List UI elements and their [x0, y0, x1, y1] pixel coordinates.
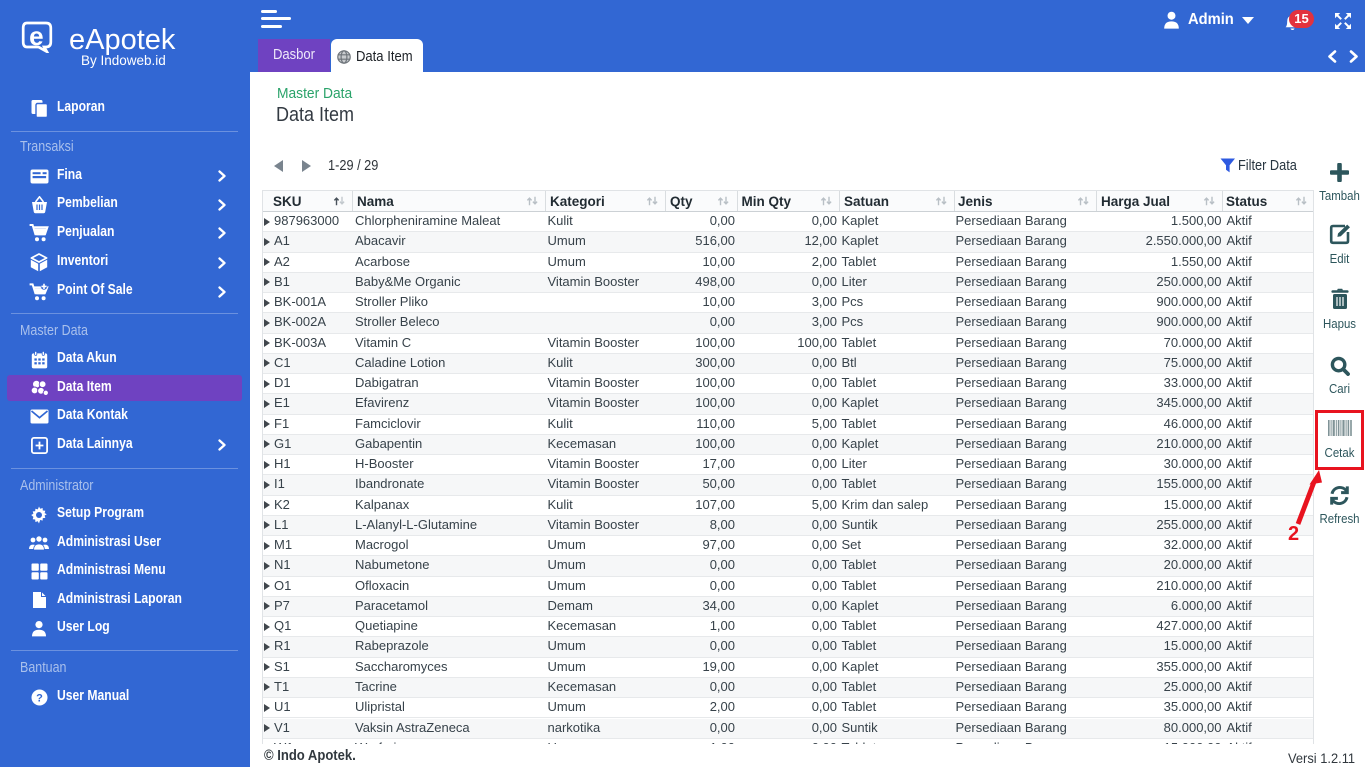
- svg-text:e: e: [29, 21, 43, 51]
- svg-text:?: ?: [36, 692, 43, 704]
